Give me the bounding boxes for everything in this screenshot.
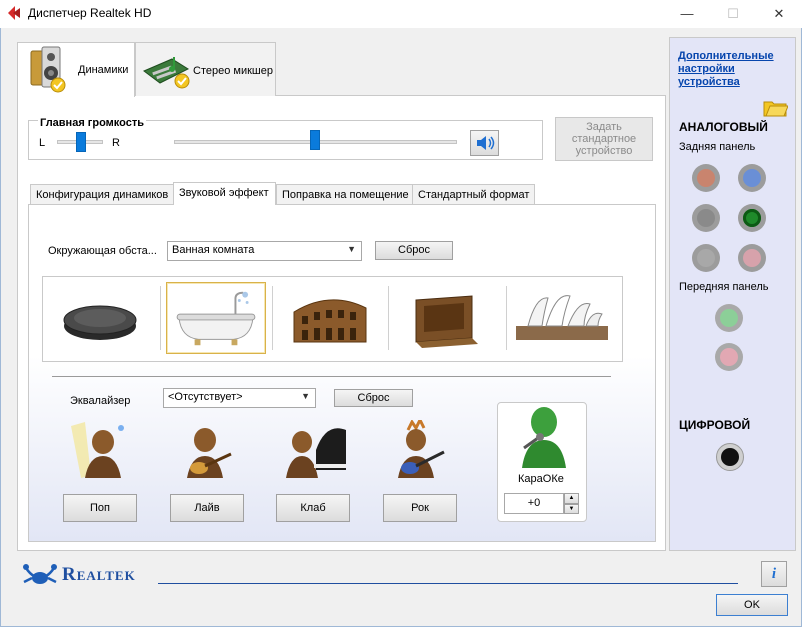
environment-separator (388, 286, 389, 350)
front-panel-label: Передняя панель (679, 281, 769, 293)
karaoke-label: КараОКе (518, 473, 564, 485)
minimize-button[interactable]: — (664, 0, 710, 28)
balance-left-label: L (39, 137, 46, 149)
environment-separator (272, 286, 273, 350)
footer-line (158, 583, 738, 584)
section-divider (52, 376, 611, 377)
digital-title: ЦИФРОВОЙ (679, 418, 751, 432)
title-bar: Диспетчер Realtek HD — ☐ ✕ (0, 0, 802, 28)
environment-wooden-box[interactable] (394, 282, 494, 354)
balance-slider-thumb[interactable] (76, 132, 86, 152)
window-title: Диспетчер Realtek HD (28, 6, 152, 20)
opera-house-icon (516, 295, 608, 340)
karaoke-up-button[interactable]: ▲ (564, 493, 579, 504)
guitar-player-icon (187, 428, 232, 478)
preset-club-button[interactable]: Клаб (276, 494, 350, 522)
chevron-down-icon: ▼ (347, 244, 356, 254)
environment-label: Окружающая обста... (48, 245, 157, 257)
speakers-icon (30, 46, 66, 93)
realtek-brand: Realtek (62, 564, 136, 585)
master-volume-title: Главная громкость (38, 117, 147, 129)
jack-rear-green[interactable] (738, 204, 766, 232)
bathtub-icon (176, 291, 256, 346)
set-default-device-button[interactable]: Задать стандартное устройство (555, 117, 653, 161)
preset-rock-button[interactable]: Рок (383, 494, 457, 522)
advanced-settings-link[interactable]: Дополнительные настройки устройства (678, 50, 788, 89)
environment-reset-button[interactable]: Сброс (375, 241, 453, 260)
jack-front-pink[interactable] (715, 343, 743, 371)
pop-singer-icon (71, 422, 124, 478)
info-button[interactable]: i (761, 561, 787, 587)
close-button[interactable]: ✕ (756, 0, 802, 28)
jack-front-green[interactable] (715, 304, 743, 332)
colosseum-icon (293, 299, 367, 343)
realtek-crab-logo (23, 564, 57, 584)
jack-rear-light-gray[interactable] (692, 244, 720, 272)
tab-speakers-label: Динамики (78, 64, 129, 76)
preset-pop-button[interactable]: Поп (63, 494, 137, 522)
environment-opera-house[interactable] (512, 282, 612, 354)
equalizer-select[interactable]: <Отсутствует> ▼ (163, 388, 316, 408)
tab-speakers[interactable]: Динамики (17, 42, 135, 97)
realtek-app-icon (8, 6, 20, 20)
back-panel-label: Задняя панель (679, 141, 756, 153)
ok-button[interactable]: OK (716, 594, 788, 616)
tab-stereo-mixer[interactable]: Стерео микшер (135, 42, 276, 96)
environment-separator (506, 286, 507, 350)
karaoke-singer-icon (522, 407, 566, 468)
karaoke-value[interactable]: +0 (504, 493, 564, 514)
tab-sound-effect[interactable]: Звуковой эффект (173, 182, 276, 205)
mute-button[interactable] (470, 130, 499, 156)
piano-player-icon (286, 428, 346, 478)
equalizer-reset-button[interactable]: Сброс (334, 389, 413, 407)
rock-guitarist-icon (398, 420, 445, 478)
environment-colosseum[interactable] (280, 282, 380, 354)
jack-digital[interactable] (716, 443, 744, 471)
speaker-volume-icon (477, 136, 495, 150)
stone-disc-icon (63, 305, 137, 340)
balance-right-label: R (112, 137, 120, 149)
chevron-down-icon: ▼ (301, 391, 310, 401)
wooden-box-icon (415, 295, 478, 348)
environment-stone-disc[interactable] (50, 282, 150, 354)
jack-rear-gray[interactable] (692, 204, 720, 232)
karaoke-down-button[interactable]: ▼ (564, 504, 579, 514)
jack-rear-blue[interactable] (738, 164, 766, 192)
volume-slider-thumb[interactable] (310, 130, 320, 150)
jack-rear-orange[interactable] (692, 164, 720, 192)
environment-separator (160, 286, 161, 350)
maximize-button[interactable]: ☐ (710, 0, 756, 28)
equalizer-select-value: <Отсутствует> (168, 391, 243, 403)
tab-default-format[interactable]: Стандартный формат (412, 184, 536, 204)
equalizer-label: Эквалайзер (70, 395, 131, 407)
environment-select-value: Ванная комната (172, 244, 255, 256)
folder-icon[interactable] (762, 96, 788, 118)
analog-title: АНАЛОГОВЫЙ (679, 120, 768, 134)
environment-bathtub[interactable] (166, 282, 266, 354)
tab-speaker-config[interactable]: Конфигурация динамиков (30, 184, 175, 204)
tab-stereo-mixer-label: Стерео микшер (193, 65, 273, 77)
preset-live-button[interactable]: Лайв (170, 494, 244, 522)
jack-rear-pink[interactable] (738, 244, 766, 272)
mixer-board-icon (143, 57, 190, 89)
environment-select[interactable]: Ванная комната ▼ (167, 241, 362, 261)
tab-room-correction[interactable]: Поправка на помещение (276, 184, 415, 204)
